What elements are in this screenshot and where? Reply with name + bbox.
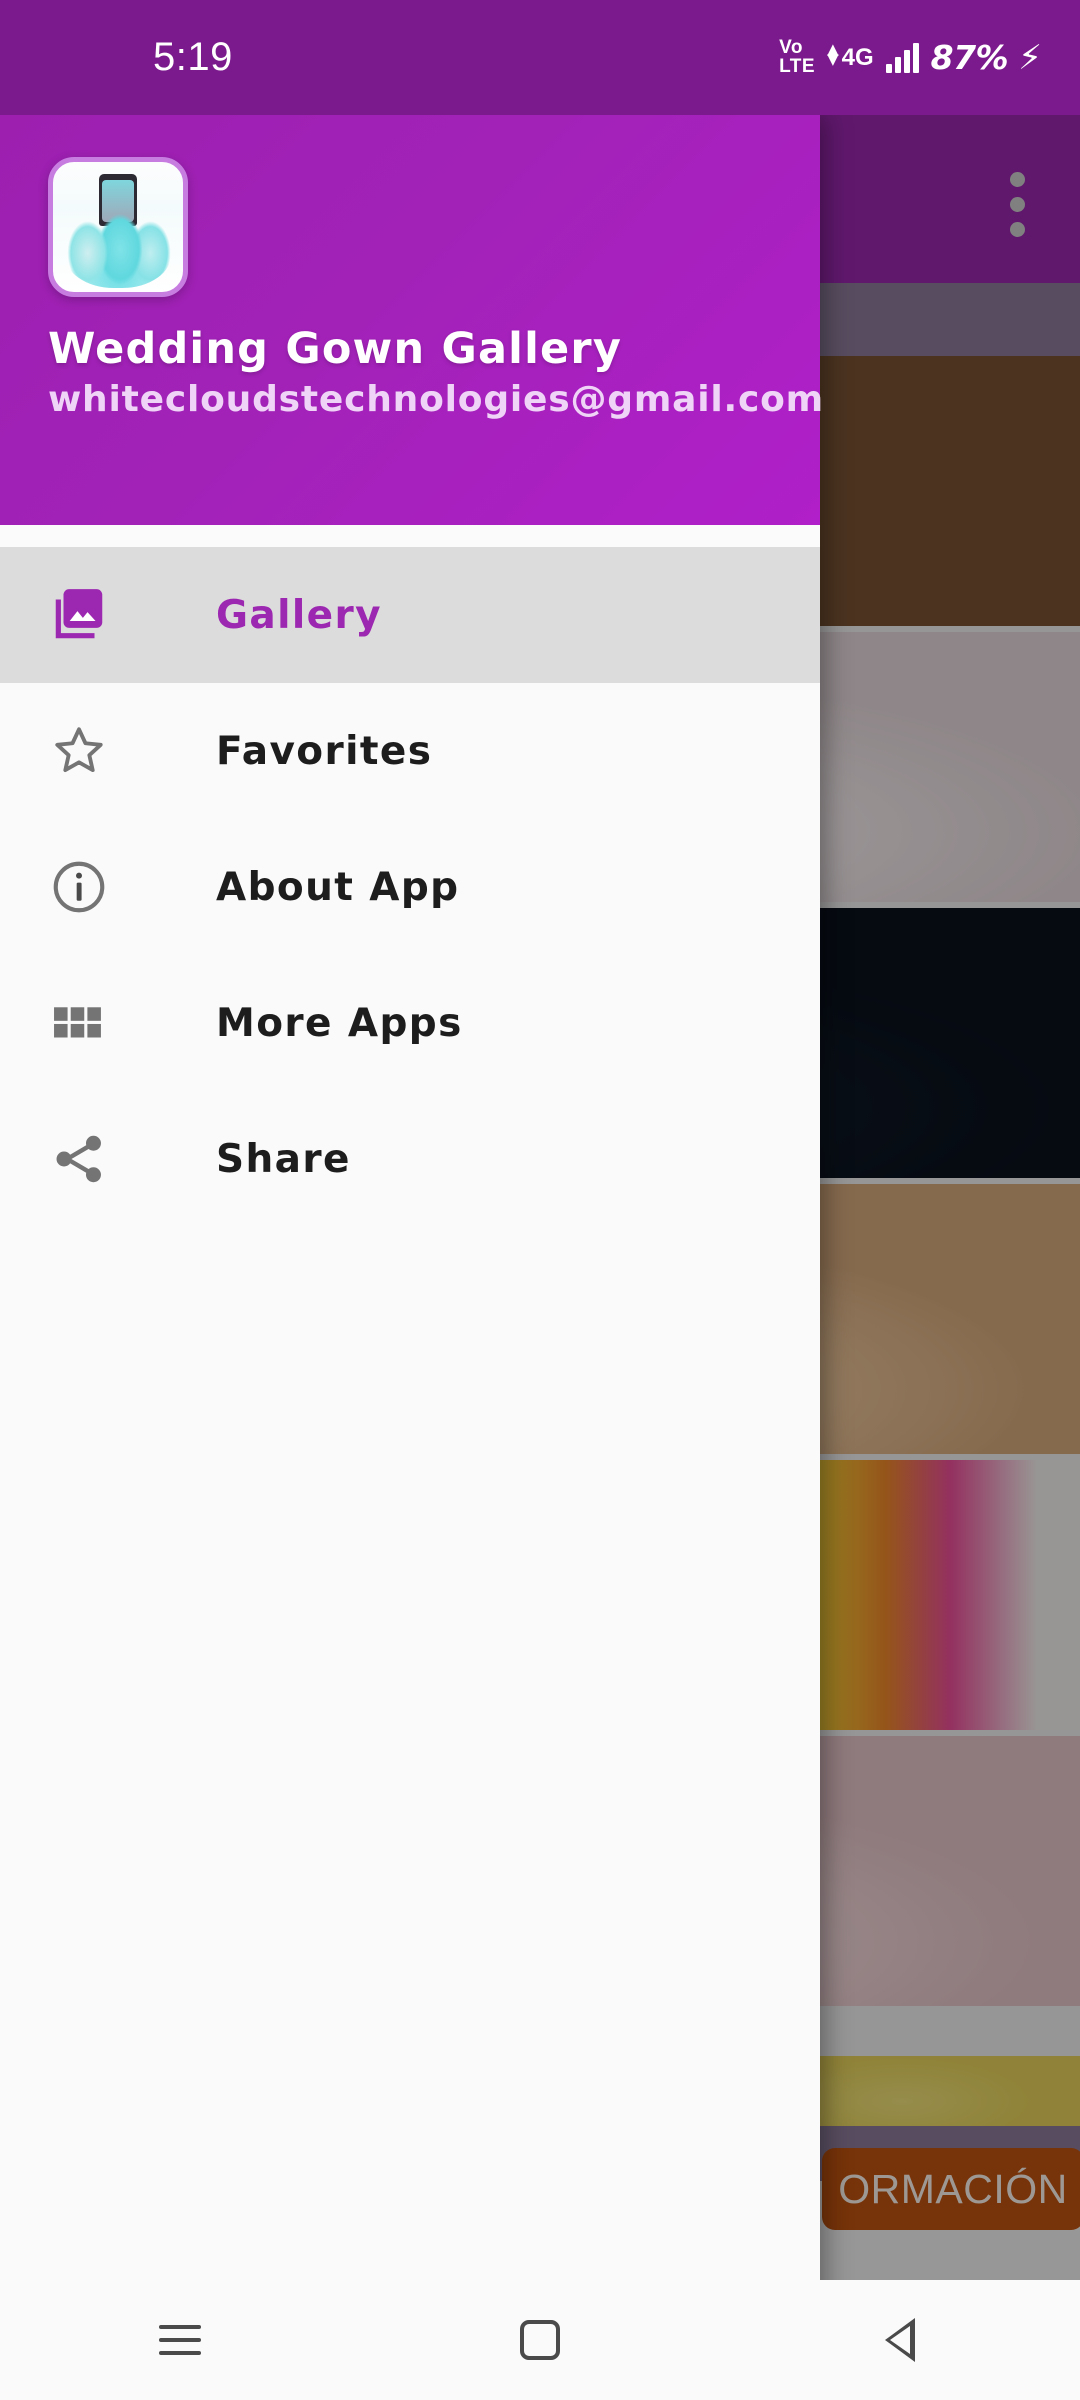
system-navigation-bar [0, 2280, 1080, 2400]
sidebar-item-label: Gallery [216, 592, 382, 638]
sidebar-item-label: Favorites [216, 728, 433, 774]
signal-bar [885, 63, 892, 73]
drawer-app-title: Wedding Gown Gallery [48, 324, 623, 374]
volte-icon: Vo LTE [779, 37, 816, 77]
gown-skirt-shape [64, 196, 172, 288]
network-type-icon: ▲ ▼ 4G [827, 39, 874, 72]
sidebar-item-gallery[interactable]: Gallery [0, 547, 820, 683]
recents-line [159, 2351, 201, 2355]
drawer-divider-gap [0, 525, 820, 547]
star-outline-icon [48, 720, 132, 782]
share-nodes-icon [48, 1128, 132, 1190]
data-arrows-icon: ▲ ▼ [827, 39, 839, 68]
drawer-scrim-overlay[interactable] [820, 115, 1080, 2360]
volte-line-1: Vo [779, 37, 803, 59]
network-label: 4G [841, 43, 874, 71]
back-icon [885, 2318, 915, 2362]
info-circle-icon [48, 856, 132, 918]
signal-bar [903, 49, 910, 73]
signal-bars-icon [885, 42, 919, 73]
sidebar-item-about-app[interactable]: About App [0, 819, 820, 955]
sidebar-item-favorites[interactable]: Favorites [0, 683, 820, 819]
drawer-menu: Gallery Favorites About App More Apps Sh… [0, 547, 820, 1227]
sidebar-item-label: About App [216, 864, 460, 910]
recents-line [159, 2325, 201, 2329]
status-bar-clock: 5:19 [153, 35, 233, 79]
signal-bar [894, 56, 901, 73]
sidebar-item-share[interactable]: Share [0, 1091, 820, 1227]
sidebar-item-label: More Apps [216, 1000, 463, 1046]
recents-line [159, 2338, 201, 2342]
battery-percentage: 87% [930, 38, 1009, 77]
volte-line-2: LTE [779, 55, 816, 77]
signal-bar [912, 42, 919, 73]
home-button[interactable] [480, 2280, 600, 2400]
phone-screen: ORMACIÓN Wedding Gown Gallery whitecloud… [0, 0, 1080, 2400]
grid-apps-icon [48, 994, 132, 1052]
recents-button[interactable] [120, 2280, 240, 2400]
back-button[interactable] [840, 2280, 960, 2400]
sidebar-item-label: Share [216, 1136, 351, 1182]
app-icon-wedding-gown [48, 157, 188, 297]
bolt-icon: ⚡ [1018, 37, 1042, 78]
drawer-header: Wedding Gown Gallery whitecloudstechnolo… [0, 115, 824, 525]
status-bar: 5:19 Vo LTE ▲ ▼ 4G 87% ⚡ [0, 0, 1080, 115]
photo-library-icon [48, 584, 132, 646]
navigation-drawer: Wedding Gown Gallery whitecloudstechnolo… [0, 115, 824, 2360]
status-bar-indicators: Vo LTE ▲ ▼ 4G 87% ⚡ [779, 38, 1042, 77]
sidebar-item-more-apps[interactable]: More Apps [0, 955, 820, 1091]
drawer-app-email: whitecloudstechnologies@gmail.com [48, 379, 824, 421]
recents-icon [159, 2325, 201, 2355]
home-icon [520, 2320, 560, 2360]
